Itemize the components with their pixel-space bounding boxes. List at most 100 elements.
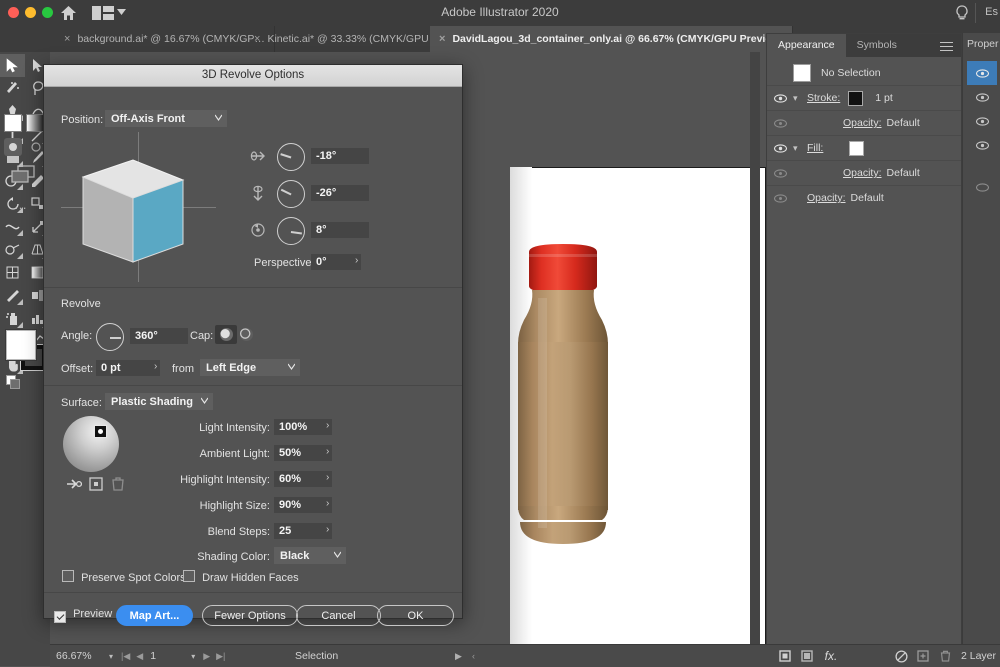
highlight-intensity-stepper[interactable]: › xyxy=(326,472,329,483)
rotate-z-dial[interactable] xyxy=(277,217,305,245)
close-icon[interactable]: × xyxy=(64,33,70,45)
document-tab[interactable]: × background.ai* @ 16.67% (CMYK/GP… xyxy=(55,26,275,52)
mesh-tool[interactable] xyxy=(0,261,25,284)
rotate-x-field[interactable]: -18° xyxy=(311,148,369,164)
eye-icon-dim[interactable] xyxy=(767,118,793,128)
checkbox[interactable] xyxy=(54,611,66,623)
ambient-light-stepper[interactable]: › xyxy=(326,446,329,457)
fill-swatch[interactable] xyxy=(6,330,36,360)
position-select[interactable]: Off-Axis Front xyxy=(105,110,227,127)
ambient-light-field[interactable]: 50% xyxy=(274,445,332,461)
fx-icon[interactable]: fx. xyxy=(818,649,844,663)
light-sphere[interactable] xyxy=(63,416,119,472)
checkbox[interactable] xyxy=(62,570,74,582)
appearance-row-label[interactable]: Fill: xyxy=(807,142,823,154)
appearance-row-label[interactable]: Opacity: xyxy=(843,167,882,179)
eye-icon-dim[interactable] xyxy=(767,193,793,203)
color-mode[interactable] xyxy=(4,114,22,132)
last-page-button[interactable]: ▶| xyxy=(216,651,225,662)
magic-wand-tool[interactable] xyxy=(0,77,25,100)
cancel-button[interactable]: Cancel xyxy=(296,605,381,626)
highlight-size-stepper[interactable]: › xyxy=(326,498,329,509)
lightbulb-icon[interactable] xyxy=(955,5,969,21)
status-resize-handle[interactable]: ‹ xyxy=(472,651,475,661)
draw-hidden-faces-checkbox[interactable]: Draw Hidden Faces xyxy=(183,570,299,584)
fewer-options-button[interactable]: Fewer Options xyxy=(202,605,298,626)
light-intensity-stepper[interactable]: › xyxy=(326,420,329,431)
appearance-row-stroke[interactable]: ▾ Stroke: 1 pt xyxy=(767,86,961,111)
offset-from-select[interactable]: Left Edge xyxy=(200,359,300,376)
perspective-stepper[interactable]: › xyxy=(355,255,358,266)
offset-field[interactable]: 0 pt xyxy=(96,360,160,376)
angle-field[interactable]: 360° xyxy=(130,328,188,344)
surface-select[interactable]: Plastic Shading xyxy=(105,393,213,410)
appearance-row-no-selection[interactable]: No Selection xyxy=(767,61,961,86)
chevron-down-icon[interactable]: ▾ xyxy=(109,652,113,661)
preserve-spot-colors-checkbox[interactable]: Preserve Spot Colors xyxy=(62,570,186,584)
eye-icon-dim[interactable] xyxy=(767,168,793,178)
delete-light-icon[interactable] xyxy=(110,477,126,491)
more-tools-button[interactable]: … xyxy=(14,197,29,212)
white-swatch[interactable] xyxy=(793,64,811,82)
stroke-weight-value[interactable]: 1 pt xyxy=(875,92,893,104)
draw-mode-buttons[interactable] xyxy=(4,138,45,156)
checkbox[interactable] xyxy=(183,570,195,582)
blend-steps-field[interactable]: 25 xyxy=(274,523,332,539)
delete-layer-icon[interactable] xyxy=(934,650,956,662)
appearance-row-opacity-root[interactable]: Opacity: Default xyxy=(767,186,961,210)
properties-panel-collapsed[interactable]: Proper xyxy=(962,33,1000,645)
angle-dial[interactable] xyxy=(96,323,124,351)
appearance-row-fill[interactable]: ▾ Fill: xyxy=(767,136,961,161)
rotate-y-dial[interactable] xyxy=(277,180,305,208)
appearance-row-value[interactable]: Default xyxy=(887,167,920,179)
eye-icon[interactable] xyxy=(767,143,793,153)
zoom-level[interactable]: 66.67% xyxy=(50,650,104,662)
move-light-icon[interactable] xyxy=(66,477,82,491)
close-icon[interactable]: × xyxy=(254,33,260,45)
shape-builder-tool[interactable] xyxy=(0,238,25,261)
panel-menu-icon[interactable] xyxy=(940,42,953,51)
first-page-button[interactable]: |◀ xyxy=(121,651,130,662)
appearance-row-opacity[interactable]: Opacity: Default xyxy=(767,161,961,186)
eye-icon[interactable] xyxy=(967,61,997,85)
cap-on-button[interactable] xyxy=(215,325,237,344)
light-point[interactable] xyxy=(94,425,107,438)
document-tab-active[interactable]: × DavidLagou_3d_container_only.ai @ 66.6… xyxy=(430,26,793,52)
layer-icon[interactable] xyxy=(796,650,818,662)
current-tool-label[interactable]: Selection xyxy=(295,650,338,662)
appearance-row-value[interactable]: Default xyxy=(851,192,884,204)
preview-checkbox[interactable]: Preview xyxy=(54,608,112,623)
eye-icon[interactable] xyxy=(967,175,997,199)
new-layer-icon[interactable] xyxy=(912,650,934,662)
eye-icon[interactable] xyxy=(967,85,997,109)
properties-panel-tab[interactable]: Proper xyxy=(967,38,999,50)
bottle-artwork[interactable] xyxy=(512,238,614,558)
blend-steps-stepper[interactable]: › xyxy=(326,524,329,535)
appearance-row-label[interactable]: Stroke: xyxy=(807,92,840,104)
rotate-z-field[interactable]: 8° xyxy=(311,222,369,238)
ok-button[interactable]: OK xyxy=(377,605,454,626)
highlight-intensity-field[interactable]: 60% xyxy=(274,471,332,487)
symbol-sprayer-tool[interactable] xyxy=(0,307,25,330)
shading-color-select[interactable]: Black xyxy=(274,547,346,564)
cube-preview[interactable] xyxy=(61,132,216,282)
rotate-y-field[interactable]: -26° xyxy=(311,185,369,201)
tab-symbols[interactable]: Symbols xyxy=(846,34,908,57)
eye-icon[interactable] xyxy=(767,93,793,103)
page-number[interactable]: 1 xyxy=(146,650,186,662)
gradient-mode[interactable] xyxy=(26,114,44,132)
offset-stepper[interactable]: › xyxy=(154,361,157,372)
screen-mode-icon[interactable] xyxy=(10,164,40,186)
perspective-field[interactable]: 0° xyxy=(311,254,361,270)
appearance-row-label[interactable]: Opacity: xyxy=(807,192,846,204)
eye-icon[interactable] xyxy=(967,109,997,133)
artboard-icon[interactable] xyxy=(774,650,796,662)
next-page-button[interactable]: ▶ xyxy=(203,651,210,662)
appearance-row-label[interactable]: Opacity: xyxy=(843,117,882,129)
map-art-button[interactable]: Map Art... xyxy=(116,605,193,626)
selection-tool[interactable] xyxy=(0,54,25,77)
status-menu-arrow[interactable]: ▶ xyxy=(455,651,462,662)
new-light-icon[interactable] xyxy=(88,477,104,491)
width-tool[interactable] xyxy=(0,215,25,238)
light-intensity-field[interactable]: 100% xyxy=(274,419,332,435)
